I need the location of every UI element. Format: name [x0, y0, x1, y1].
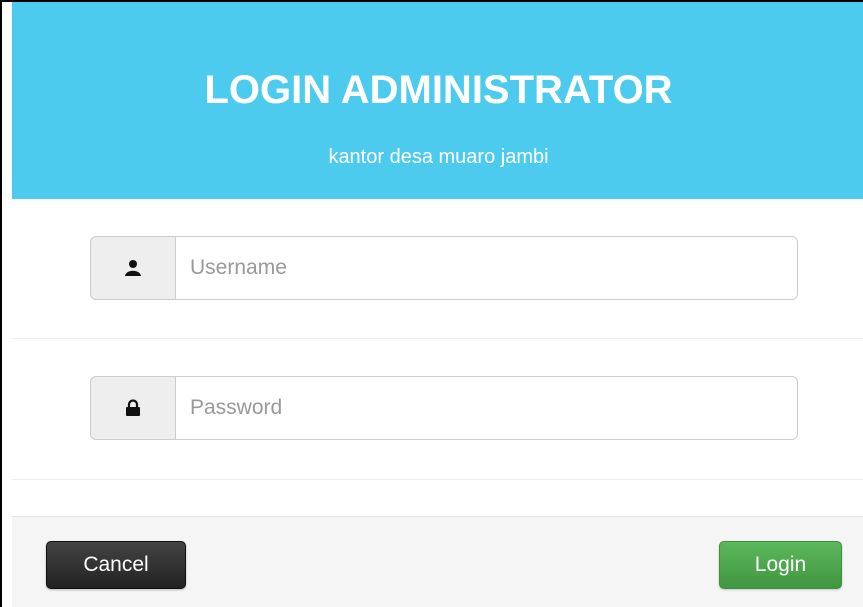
login-button[interactable]: Login	[719, 541, 842, 589]
login-modal: LOGIN ADMINISTRATOR kantor desa muaro ja…	[0, 0, 863, 607]
password-row	[12, 340, 863, 480]
password-input-group	[90, 376, 798, 440]
modal-subtitle: kantor desa muaro jambi	[328, 146, 549, 168]
modal-title: LOGIN ADMINISTRATOR	[204, 68, 673, 112]
modal-footer: Cancel Login	[12, 516, 863, 607]
username-row	[12, 199, 863, 339]
password-addon	[90, 376, 175, 440]
username-input-group	[90, 236, 798, 300]
user-icon	[125, 260, 141, 276]
lock-icon	[126, 399, 140, 416]
username-addon	[90, 236, 175, 300]
cancel-button[interactable]: Cancel	[46, 541, 186, 589]
modal-header: LOGIN ADMINISTRATOR kantor desa muaro ja…	[12, 2, 863, 199]
username-input[interactable]	[175, 236, 798, 300]
modal-body	[12, 199, 863, 515]
password-input[interactable]	[175, 376, 798, 440]
